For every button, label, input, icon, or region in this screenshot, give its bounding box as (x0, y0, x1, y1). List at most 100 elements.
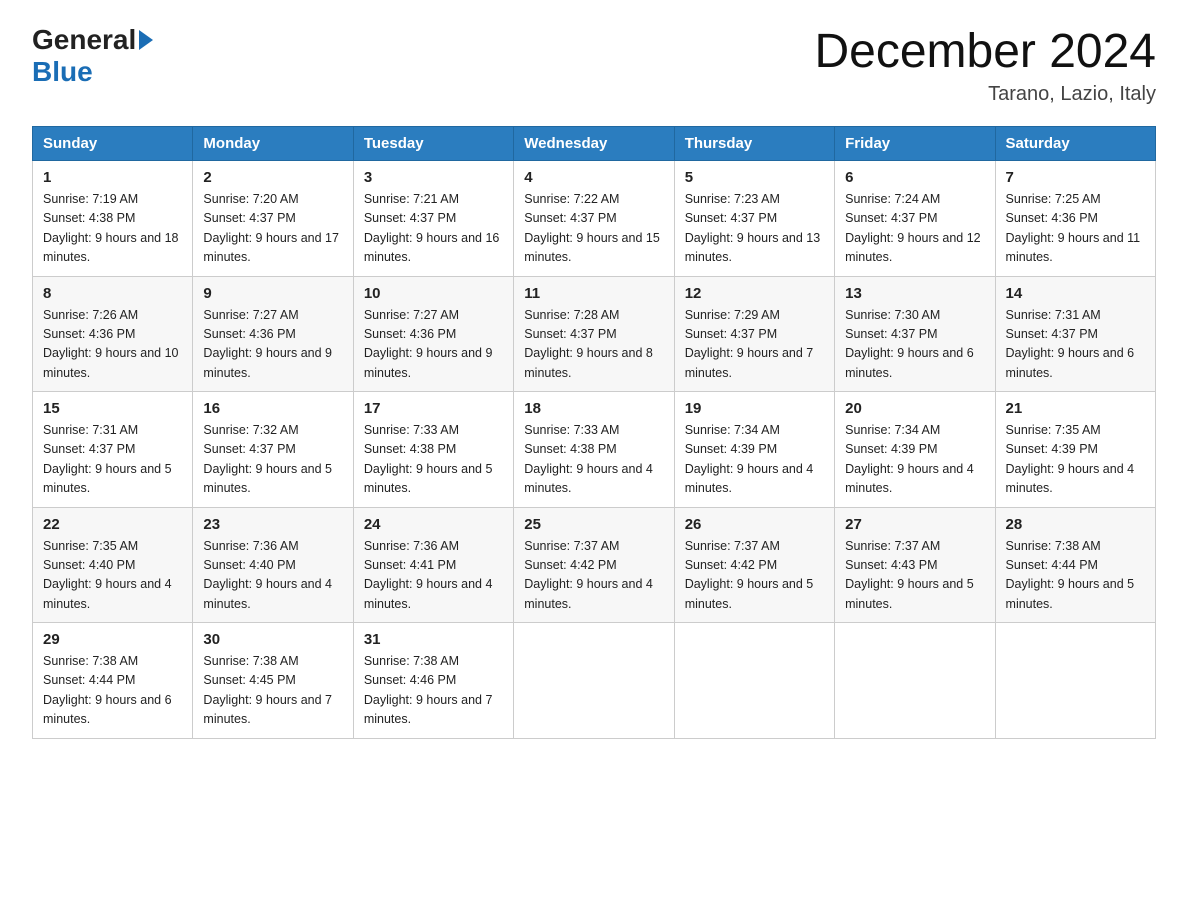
calendar-week-row: 1 Sunrise: 7:19 AMSunset: 4:38 PMDayligh… (33, 161, 1156, 277)
day-number: 20 (845, 400, 984, 417)
location-text: Tarano, Lazio, Italy (814, 83, 1156, 106)
calendar-day-cell: 27 Sunrise: 7:37 AMSunset: 4:43 PMDaylig… (835, 507, 995, 623)
calendar-day-cell: 15 Sunrise: 7:31 AMSunset: 4:37 PMDaylig… (33, 392, 193, 508)
day-number: 30 (203, 631, 342, 648)
calendar-day-cell: 28 Sunrise: 7:38 AMSunset: 4:44 PMDaylig… (995, 507, 1155, 623)
day-info: Sunrise: 7:33 AMSunset: 4:38 PMDaylight:… (524, 423, 653, 495)
calendar-day-cell (835, 623, 995, 739)
day-number: 1 (43, 169, 182, 186)
day-number: 16 (203, 400, 342, 417)
day-number: 25 (524, 516, 663, 533)
day-info: Sunrise: 7:36 AMSunset: 4:40 PMDaylight:… (203, 539, 332, 611)
calendar-day-cell: 25 Sunrise: 7:37 AMSunset: 4:42 PMDaylig… (514, 507, 674, 623)
calendar-table: SundayMondayTuesdayWednesdayThursdayFrid… (32, 126, 1156, 739)
day-info: Sunrise: 7:28 AMSunset: 4:37 PMDaylight:… (524, 308, 653, 380)
calendar-day-cell: 14 Sunrise: 7:31 AMSunset: 4:37 PMDaylig… (995, 276, 1155, 392)
logo-text: General (32, 24, 153, 56)
day-number: 5 (685, 169, 824, 186)
day-number: 13 (845, 285, 984, 302)
calendar-week-row: 29 Sunrise: 7:38 AMSunset: 4:44 PMDaylig… (33, 623, 1156, 739)
day-info: Sunrise: 7:31 AMSunset: 4:37 PMDaylight:… (43, 423, 172, 495)
day-of-week-header: Tuesday (353, 127, 513, 161)
day-of-week-header: Friday (835, 127, 995, 161)
calendar-day-cell: 13 Sunrise: 7:30 AMSunset: 4:37 PMDaylig… (835, 276, 995, 392)
day-info: Sunrise: 7:35 AMSunset: 4:40 PMDaylight:… (43, 539, 172, 611)
day-info: Sunrise: 7:31 AMSunset: 4:37 PMDaylight:… (1006, 308, 1135, 380)
calendar-day-cell: 17 Sunrise: 7:33 AMSunset: 4:38 PMDaylig… (353, 392, 513, 508)
day-number: 4 (524, 169, 663, 186)
calendar-day-cell: 3 Sunrise: 7:21 AMSunset: 4:37 PMDayligh… (353, 161, 513, 277)
calendar-day-cell: 1 Sunrise: 7:19 AMSunset: 4:38 PMDayligh… (33, 161, 193, 277)
day-info: Sunrise: 7:34 AMSunset: 4:39 PMDaylight:… (845, 423, 974, 495)
day-number: 21 (1006, 400, 1145, 417)
logo: General Blue (32, 24, 153, 88)
day-info: Sunrise: 7:27 AMSunset: 4:36 PMDaylight:… (203, 308, 332, 380)
day-info: Sunrise: 7:34 AMSunset: 4:39 PMDaylight:… (685, 423, 814, 495)
day-number: 6 (845, 169, 984, 186)
day-info: Sunrise: 7:23 AMSunset: 4:37 PMDaylight:… (685, 192, 821, 264)
calendar-day-cell: 12 Sunrise: 7:29 AMSunset: 4:37 PMDaylig… (674, 276, 834, 392)
day-info: Sunrise: 7:30 AMSunset: 4:37 PMDaylight:… (845, 308, 974, 380)
day-of-week-header: Saturday (995, 127, 1155, 161)
day-number: 18 (524, 400, 663, 417)
calendar-day-cell: 10 Sunrise: 7:27 AMSunset: 4:36 PMDaylig… (353, 276, 513, 392)
calendar-week-row: 8 Sunrise: 7:26 AMSunset: 4:36 PMDayligh… (33, 276, 1156, 392)
calendar-day-cell: 20 Sunrise: 7:34 AMSunset: 4:39 PMDaylig… (835, 392, 995, 508)
day-number: 23 (203, 516, 342, 533)
title-block: December 2024 Tarano, Lazio, Italy (814, 24, 1156, 106)
calendar-day-cell: 8 Sunrise: 7:26 AMSunset: 4:36 PMDayligh… (33, 276, 193, 392)
day-info: Sunrise: 7:37 AMSunset: 4:42 PMDaylight:… (524, 539, 653, 611)
calendar-day-cell: 21 Sunrise: 7:35 AMSunset: 4:39 PMDaylig… (995, 392, 1155, 508)
day-number: 28 (1006, 516, 1145, 533)
calendar-day-cell: 7 Sunrise: 7:25 AMSunset: 4:36 PMDayligh… (995, 161, 1155, 277)
calendar-day-cell: 23 Sunrise: 7:36 AMSunset: 4:40 PMDaylig… (193, 507, 353, 623)
day-info: Sunrise: 7:37 AMSunset: 4:43 PMDaylight:… (845, 539, 974, 611)
day-info: Sunrise: 7:29 AMSunset: 4:37 PMDaylight:… (685, 308, 814, 380)
calendar-day-cell: 9 Sunrise: 7:27 AMSunset: 4:36 PMDayligh… (193, 276, 353, 392)
day-number: 3 (364, 169, 503, 186)
day-info: Sunrise: 7:32 AMSunset: 4:37 PMDaylight:… (203, 423, 332, 495)
day-info: Sunrise: 7:33 AMSunset: 4:38 PMDaylight:… (364, 423, 493, 495)
day-number: 10 (364, 285, 503, 302)
day-number: 26 (685, 516, 824, 533)
day-info: Sunrise: 7:38 AMSunset: 4:45 PMDaylight:… (203, 654, 332, 726)
day-number: 2 (203, 169, 342, 186)
month-title: December 2024 (814, 24, 1156, 79)
day-info: Sunrise: 7:26 AMSunset: 4:36 PMDaylight:… (43, 308, 179, 380)
day-info: Sunrise: 7:20 AMSunset: 4:37 PMDaylight:… (203, 192, 339, 264)
day-info: Sunrise: 7:24 AMSunset: 4:37 PMDaylight:… (845, 192, 981, 264)
logo-arrow-icon (139, 30, 153, 50)
calendar-day-cell: 16 Sunrise: 7:32 AMSunset: 4:37 PMDaylig… (193, 392, 353, 508)
calendar-day-cell (514, 623, 674, 739)
calendar-day-cell: 26 Sunrise: 7:37 AMSunset: 4:42 PMDaylig… (674, 507, 834, 623)
day-number: 12 (685, 285, 824, 302)
calendar-day-cell (995, 623, 1155, 739)
logo-general-text: General (32, 24, 136, 56)
day-number: 29 (43, 631, 182, 648)
day-of-week-header: Monday (193, 127, 353, 161)
calendar-day-cell: 4 Sunrise: 7:22 AMSunset: 4:37 PMDayligh… (514, 161, 674, 277)
calendar-week-row: 22 Sunrise: 7:35 AMSunset: 4:40 PMDaylig… (33, 507, 1156, 623)
day-number: 14 (1006, 285, 1145, 302)
day-number: 24 (364, 516, 503, 533)
calendar-day-cell (674, 623, 834, 739)
day-of-week-header: Thursday (674, 127, 834, 161)
calendar-week-row: 15 Sunrise: 7:31 AMSunset: 4:37 PMDaylig… (33, 392, 1156, 508)
day-info: Sunrise: 7:25 AMSunset: 4:36 PMDaylight:… (1006, 192, 1141, 264)
calendar-day-cell: 19 Sunrise: 7:34 AMSunset: 4:39 PMDaylig… (674, 392, 834, 508)
calendar-day-cell: 22 Sunrise: 7:35 AMSunset: 4:40 PMDaylig… (33, 507, 193, 623)
day-info: Sunrise: 7:38 AMSunset: 4:44 PMDaylight:… (43, 654, 172, 726)
calendar-day-cell: 30 Sunrise: 7:38 AMSunset: 4:45 PMDaylig… (193, 623, 353, 739)
day-info: Sunrise: 7:27 AMSunset: 4:36 PMDaylight:… (364, 308, 493, 380)
day-number: 11 (524, 285, 663, 302)
day-number: 19 (685, 400, 824, 417)
day-number: 8 (43, 285, 182, 302)
day-info: Sunrise: 7:21 AMSunset: 4:37 PMDaylight:… (364, 192, 500, 264)
day-number: 15 (43, 400, 182, 417)
day-number: 22 (43, 516, 182, 533)
day-info: Sunrise: 7:19 AMSunset: 4:38 PMDaylight:… (43, 192, 179, 264)
calendar-day-cell: 31 Sunrise: 7:38 AMSunset: 4:46 PMDaylig… (353, 623, 513, 739)
day-info: Sunrise: 7:35 AMSunset: 4:39 PMDaylight:… (1006, 423, 1135, 495)
calendar-day-cell: 6 Sunrise: 7:24 AMSunset: 4:37 PMDayligh… (835, 161, 995, 277)
day-info: Sunrise: 7:38 AMSunset: 4:44 PMDaylight:… (1006, 539, 1135, 611)
